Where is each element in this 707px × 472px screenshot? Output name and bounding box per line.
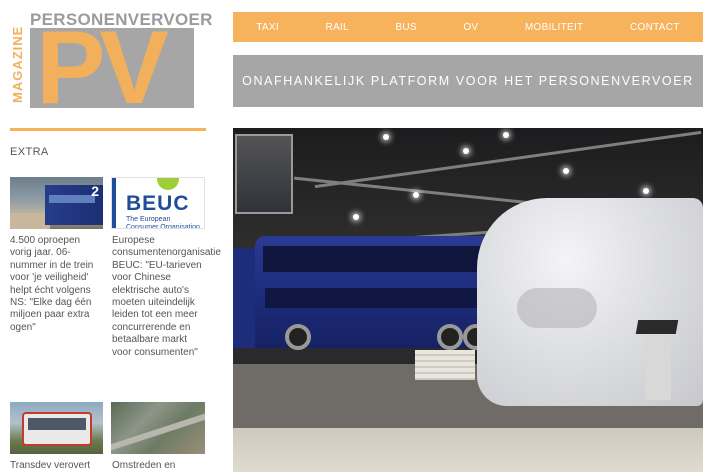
hero-display-screen — [235, 134, 293, 214]
thumb-platform — [10, 213, 50, 229]
nav-item-ov[interactable]: OV — [463, 22, 478, 33]
tagline-text: ONAFHANKELIJK PLATFORM VOOR HET PERSONEN… — [242, 74, 694, 88]
article-caption-beuc[interactable]: Europese consumentenorganisatie BEUC: "E… — [112, 235, 221, 359]
hero-light — [413, 192, 419, 198]
thumb-beuc-bar — [112, 178, 116, 228]
main-nav: TAXI RAIL BUS OV MOBILITEIT CONTACT — [233, 12, 703, 42]
article-thumbnail-transdev-bus[interactable] — [10, 402, 103, 454]
hero-light — [643, 188, 649, 194]
sidebar-section-title: EXTRA — [10, 146, 49, 158]
logo-monogram-block: PV — [30, 28, 194, 108]
nav-item-bus[interactable]: BUS — [395, 22, 416, 33]
nav-item-contact[interactable]: CONTACT — [630, 22, 680, 33]
nav-item-taxi[interactable]: TAXI — [256, 22, 279, 33]
logo-magazine-text: MAGAZINE — [10, 25, 25, 103]
beuc-leaf-icon — [157, 178, 179, 190]
tagline-banner: ONAFHANKELIJK PLATFORM VOOR HET PERSONEN… — [233, 55, 703, 107]
article-caption-omstreden[interactable]: Omstreden en — [112, 460, 206, 472]
thumb-bus — [22, 412, 92, 446]
hero-light — [383, 134, 389, 140]
logo-brand-text: PERSONENVERVOER — [30, 10, 213, 29]
article-caption-transdev[interactable]: Transdev verovert — [10, 460, 104, 472]
bus-wheel — [437, 324, 463, 350]
article-thumbnail-train[interactable]: 2 — [10, 177, 103, 229]
hero-light — [463, 148, 469, 154]
site-logo[interactable]: MAGAZINE PERSONENVERVOER PV — [10, 8, 212, 108]
hero-steps — [415, 350, 475, 380]
bus-lower-windows — [265, 288, 483, 308]
article-thumbnail-aerial[interactable] — [111, 402, 205, 454]
hero-floor — [233, 428, 703, 472]
hero-double-decker-bus — [255, 236, 495, 350]
hero-bus-left — [233, 248, 255, 348]
nav-item-rail[interactable]: RAIL — [325, 22, 348, 33]
thumb-road — [111, 409, 205, 453]
nav-item-mobiliteit[interactable]: MOBILITEIT — [525, 22, 584, 33]
article-thumbnail-beuc[interactable]: BEUC The European Consumer Organisation — [111, 177, 205, 229]
hero-kiosk — [645, 320, 671, 400]
hero-light — [563, 168, 569, 174]
thumb-badge: 2 — [91, 183, 99, 199]
hero-image[interactable] — [233, 128, 703, 472]
bus-wheel — [285, 324, 311, 350]
hero-light — [503, 132, 509, 138]
beuc-logo-subtext: The European Consumer Organisation — [126, 216, 200, 229]
beuc-logo-text: BEUC — [126, 192, 190, 215]
article-caption-ns[interactable]: 4.500 oproepen vorig jaar. 06-nummer in … — [10, 235, 104, 334]
bus-upper-windows — [263, 246, 483, 272]
logo-monogram: PV — [36, 28, 169, 108]
hero-light — [353, 214, 359, 220]
sidebar-divider — [10, 128, 206, 131]
